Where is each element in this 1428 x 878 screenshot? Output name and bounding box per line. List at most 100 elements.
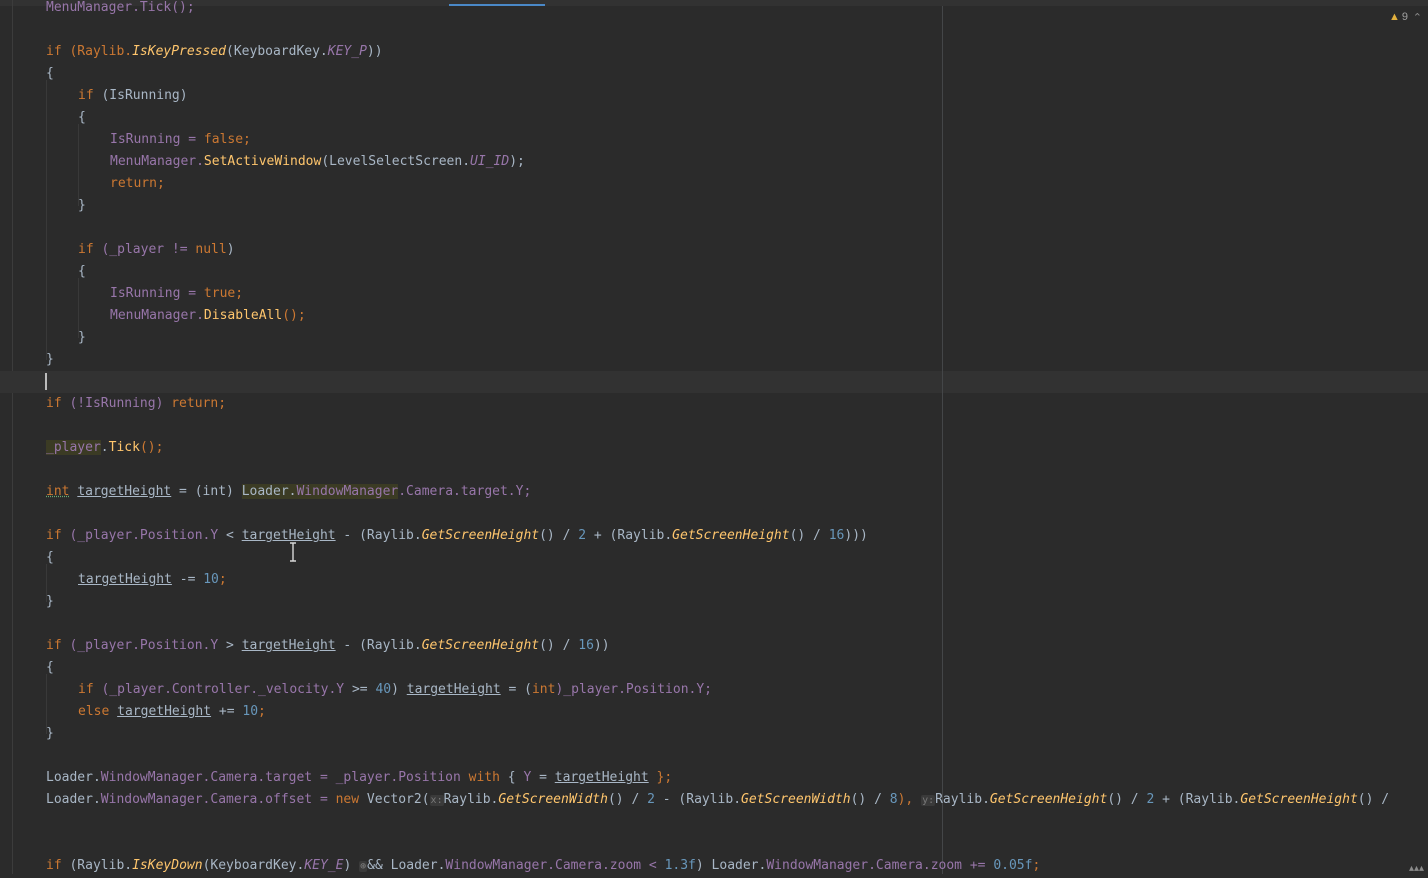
- code-line[interactable]: {: [46, 547, 54, 569]
- expand-chevrons-icon[interactable]: ▴▴▴: [1409, 863, 1424, 874]
- code-line[interactable]: {: [46, 657, 54, 679]
- code-text: WindowManager: [100, 792, 203, 807]
- code-line[interactable]: }: [46, 723, 54, 745]
- code-text: Loader.: [241, 484, 297, 499]
- code-line[interactable]: if (!IsRunning) return;: [46, 393, 226, 415]
- code-line[interactable]: }: [46, 591, 54, 613]
- code-text: if: [78, 88, 94, 103]
- code-text: GetScreenWidth: [498, 792, 608, 807]
- indent-guide: [46, 80, 47, 360]
- code-text: ;: [218, 572, 227, 587]
- code-line[interactable]: return;: [110, 173, 165, 195]
- warning-triangle-icon: ▲: [1388, 11, 1400, 23]
- code-text: UI_ID: [470, 154, 510, 169]
- code-text: int: [46, 484, 70, 499]
- code-line[interactable]: MenuManager.DisableAll();: [110, 305, 306, 327]
- code-text: (Raylib.: [61, 858, 133, 873]
- tab-strip-edge: [0, 0, 1428, 6]
- code-line[interactable]: IsRunning = true;: [110, 283, 243, 305]
- code-text: MenuManager.: [110, 154, 204, 169]
- code-text: DisableAll: [203, 308, 283, 323]
- code-text: >=: [344, 682, 376, 697]
- code-text: KEY_E: [304, 858, 344, 873]
- code-text: ();: [139, 440, 164, 455]
- code-line[interactable]: IsRunning = false;: [110, 129, 251, 151]
- code-text: {: [78, 264, 86, 279]
- code-text: targetHeight: [77, 484, 172, 499]
- code-text: =: [531, 770, 555, 785]
- code-line[interactable]: if (_player.Position.Y > targetHeight - …: [46, 635, 610, 657]
- code-line[interactable]: }: [78, 327, 86, 349]
- code-text: + (Raylib.: [1154, 792, 1241, 807]
- code-line[interactable]: if (IsRunning): [78, 85, 188, 107]
- code-line[interactable]: targetHeight -= 10;: [78, 569, 227, 591]
- code-text: .Camera.offset =: [202, 792, 336, 807]
- code-line[interactable]: {: [46, 63, 54, 85]
- code-line[interactable]: Loader.WindowManager.Camera.offset = new…: [46, 789, 1389, 811]
- code-text: }: [78, 198, 86, 213]
- code-text: }: [78, 330, 86, 345]
- parameter-hint: x:: [429, 795, 444, 806]
- code-line[interactable]: int targetHeight = (int) Loader.WindowMa…: [46, 481, 531, 503]
- code-text: Loader.: [46, 792, 101, 807]
- code-line[interactable]: else targetHeight += 10;: [78, 701, 266, 723]
- code-text: ;: [258, 704, 266, 719]
- code-text: if: [46, 528, 62, 543]
- code-text: {: [499, 770, 524, 785]
- code-text: {: [46, 550, 54, 565]
- code-text: if: [78, 682, 94, 697]
- code-text: .Camera.target = _player.Position: [202, 770, 469, 785]
- code-text: MenuManager.: [110, 308, 204, 323]
- code-text: GetScreenHeight: [989, 792, 1108, 807]
- code-text: (KeyboardKey.: [202, 858, 305, 873]
- code-text: (_player.Position.: [61, 528, 211, 543]
- code-line[interactable]: if (_player != null): [78, 239, 235, 261]
- code-text: 1.3f: [664, 858, 696, 873]
- code-line[interactable]: _player.Tick();: [46, 437, 163, 459]
- code-text: if: [46, 638, 62, 653]
- code-text: Loader.: [46, 770, 101, 785]
- code-line[interactable]: Loader.WindowManager.Camera.target = _pl…: [46, 767, 672, 789]
- code-text: ))): [844, 528, 868, 543]
- code-text: = (: [500, 682, 532, 697]
- code-line[interactable]: }: [78, 195, 86, 217]
- code-text: targetHeight: [554, 770, 649, 785]
- code-text: targetHeight: [117, 704, 212, 719]
- code-line[interactable]: MenuManager.Tick();: [46, 0, 195, 19]
- code-text: () /: [607, 792, 648, 807]
- inspection-widget[interactable]: ▲ 9: [1389, 11, 1408, 23]
- code-line[interactable]: MenuManager.SetActiveWindow(LevelSelectS…: [110, 151, 525, 173]
- code-text: if: [78, 242, 94, 257]
- code-text: targetHeight: [241, 528, 336, 543]
- code-text: Y: [336, 682, 345, 697]
- code-text: KEY_P: [327, 44, 367, 59]
- code-line[interactable]: if (Raylib.IsKeyPressed(KeyboardKey.KEY_…: [46, 41, 383, 63]
- text-caret: [45, 373, 47, 390]
- code-text: {: [46, 660, 54, 675]
- code-line[interactable]: }: [46, 349, 54, 371]
- code-editor[interactable]: ▲ 9 ⌃ MenuManager.Tick(); if (Raylib.IsKe…: [0, 0, 1428, 874]
- code-line[interactable]: {: [78, 107, 86, 129]
- chevron-up-icon[interactable]: ⌃: [1413, 11, 1422, 24]
- code-text: Y;: [696, 682, 713, 697]
- code-text: 2: [578, 528, 587, 543]
- code-text: return;: [110, 176, 165, 191]
- code-text: MenuManager.Tick();: [46, 0, 195, 15]
- code-text: }: [46, 352, 54, 367]
- parameter-hint: y:: [921, 795, 936, 806]
- code-text: if: [46, 396, 62, 411]
- code-line[interactable]: {: [78, 261, 86, 283]
- code-text: with: [468, 770, 500, 785]
- code-text: () /: [789, 528, 829, 543]
- code-text: GetScreenWidth: [741, 792, 851, 807]
- code-line[interactable]: if (_player.Position.Y < targetHeight - …: [46, 525, 868, 547]
- code-text: Raylib.: [935, 792, 990, 807]
- code-text: )): [593, 638, 610, 653]
- code-line[interactable]: if (_player.Controller._velocity.Y >= 40…: [78, 679, 712, 701]
- gutter-guide: [12, 0, 13, 874]
- code-text: _player: [46, 440, 101, 455]
- code-text: {: [78, 110, 86, 125]
- code-text: targetHeight: [241, 638, 336, 653]
- code-text: .Camera.target.: [398, 484, 516, 499]
- code-text: WindowManager: [766, 858, 869, 873]
